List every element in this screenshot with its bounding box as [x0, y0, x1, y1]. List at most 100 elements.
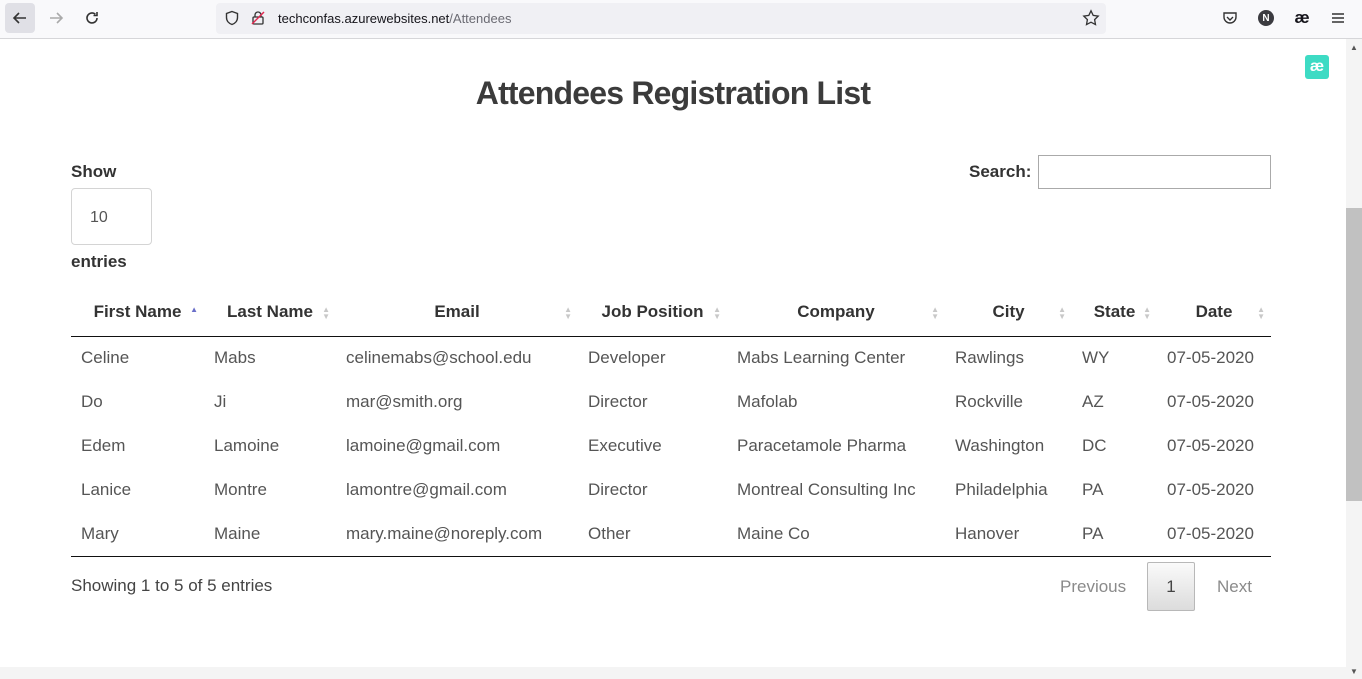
extension-ae-icon[interactable]: æ	[1291, 7, 1313, 29]
table-body: Celine Mabs celinemabs@school.edu Developer…	[71, 336, 1271, 557]
attendees-table: First Name ▲ Last Name ▲ ▼ Email ▲ ▼ Job Positio…	[71, 289, 1271, 557]
column-header-label: Job Position	[601, 302, 704, 322]
table-row: Mary Maine mary.maine@noreply.com Other Main…	[71, 512, 1271, 557]
table-row: Celine Mabs celinemabs@school.edu Developer…	[71, 336, 1271, 380]
column-header-label: Last Name	[227, 302, 313, 322]
show-label: Show	[71, 162, 117, 181]
column-header[interactable]: Email ▲ ▼	[336, 289, 578, 337]
table-cell: Ji	[214, 392, 227, 411]
table-cell: celinemabs@school.edu	[346, 348, 532, 368]
table-row: Lanice Montre lamontre@gmail.com Director Mo…	[71, 468, 1271, 512]
column-header-label: Email	[434, 302, 480, 322]
scrollbar-thumb[interactable]	[1346, 208, 1362, 501]
table-cell: Philadelphia	[955, 480, 1048, 499]
page-viewport: æ Attendees Registration List Show 10 en…	[0, 39, 1346, 679]
table-cell: Mary	[71, 512, 204, 557]
table-cell: Hanover	[945, 512, 1072, 557]
bookmark-star-icon[interactable]	[1082, 9, 1100, 32]
table-cell: Rockville	[955, 392, 1024, 411]
address-bar[interactable]: techconfas.azurewebsites.net/Attendees	[216, 3, 1106, 34]
profile-initial: N	[1258, 10, 1274, 26]
table-header-row: First Name ▲ Last Name ▲ ▼ Email ▲ ▼ Job Positio…	[71, 289, 1271, 337]
browser-toolbar: techconfas.azurewebsites.net/Attendees N…	[0, 0, 1362, 39]
table-cell: Montre	[214, 480, 267, 499]
column-header-label: State	[1093, 302, 1136, 322]
table-cell: Washington	[955, 436, 1045, 455]
sort-arrows-icon: ▲	[190, 305, 198, 314]
column-header[interactable]: First Name ▲	[71, 289, 204, 337]
sort-arrows-icon: ▲ ▼	[1058, 305, 1066, 321]
table-cell: 07-05-2020	[1167, 480, 1254, 499]
reload-icon	[86, 12, 98, 24]
column-header-label: Company	[797, 302, 875, 322]
column-header[interactable]: Job Position ▲ ▼	[578, 289, 727, 337]
next-page-button[interactable]: Next	[1217, 577, 1252, 597]
table-row: Edem Lamoine lamoine@gmail.com Executive Par…	[71, 424, 1271, 468]
column-header[interactable]: Last Name ▲ ▼	[204, 289, 336, 337]
forward-button[interactable]	[41, 3, 71, 33]
table-cell: Montreal Consulting Inc	[737, 480, 916, 499]
previous-page-button[interactable]: Previous	[1060, 577, 1126, 597]
table-cell: 07-05-2020	[1167, 348, 1254, 368]
pocket-icon[interactable]	[1219, 7, 1241, 29]
table-cell: Other	[578, 512, 727, 557]
table-cell: Lamoine	[214, 436, 280, 455]
table-cell: Paracetamole Pharma	[737, 436, 907, 455]
table-cell: Director	[588, 480, 648, 499]
insecure-lock-icon[interactable]	[250, 10, 266, 31]
table-cell: lamoine@gmail.com	[346, 436, 501, 455]
footer-band	[0, 667, 1346, 679]
column-header[interactable]: City ▲ ▼	[945, 289, 1072, 337]
ae-glyph: æ	[1294, 8, 1310, 27]
table-cell: Mabs Learning Center	[737, 348, 906, 368]
sort-arrows-icon: ▲ ▼	[713, 305, 721, 321]
account-avatar[interactable]: N	[1255, 7, 1277, 29]
table-cell: Lanice	[81, 480, 132, 499]
table-cell: lamontre@gmail.com	[346, 480, 507, 499]
entries-label: entries	[71, 252, 127, 271]
shield-icon[interactable]	[224, 10, 240, 31]
table-cell: 07-05-2020	[1167, 392, 1254, 411]
search-input[interactable]	[1038, 155, 1271, 189]
sort-arrows-icon: ▲ ▼	[564, 305, 572, 321]
scroll-down-arrow-icon[interactable]: ▼	[1350, 667, 1358, 676]
table-cell: Maine	[204, 512, 336, 557]
table-cell: PA	[1082, 480, 1104, 499]
sort-arrows-icon: ▲ ▼	[931, 305, 939, 321]
url-path: /Attendees	[449, 11, 512, 26]
search-label: Search:	[969, 162, 1032, 181]
url-text: techconfas.azurewebsites.net/Attendees	[278, 11, 511, 26]
column-header[interactable]: State ▲ ▼	[1072, 289, 1157, 337]
hamburger-menu-icon[interactable]	[1327, 7, 1349, 29]
table-cell: mar@smith.org	[346, 392, 463, 411]
table-cell: Edem	[81, 436, 126, 455]
vertical-scrollbar[interactable]: ▲ ▼	[1346, 39, 1362, 679]
sort-arrows-icon: ▲ ▼	[322, 305, 330, 321]
table-cell: Maine Co	[727, 512, 945, 557]
table-cell: AZ	[1082, 392, 1104, 411]
table-cell: Executive	[588, 436, 662, 455]
table-row: Do Ji mar@smith.org Director Mafolab Rockvill…	[71, 380, 1271, 424]
column-header[interactable]: Date ▲ ▼	[1157, 289, 1271, 337]
table-cell: 07-05-2020	[1167, 436, 1254, 455]
table-cell: Mabs	[214, 348, 256, 368]
arrow-left-icon	[12, 12, 26, 24]
entries-length-select[interactable]: 10	[71, 188, 152, 245]
table-cell: Rawlings	[955, 348, 1024, 368]
table-cell: Director	[588, 392, 648, 411]
table-cell: 07-05-2020	[1157, 512, 1271, 557]
back-button[interactable]	[5, 3, 35, 33]
table-cell: Developer	[588, 348, 666, 368]
page-1-button[interactable]: 1	[1147, 562, 1195, 611]
table-info: Showing 1 to 5 of 5 entries	[71, 576, 273, 595]
column-header[interactable]: Company ▲ ▼	[727, 289, 945, 337]
column-header-label: First Name	[93, 302, 182, 322]
reload-button[interactable]	[77, 3, 107, 33]
arrow-right-icon	[50, 12, 64, 24]
scroll-up-arrow-icon[interactable]: ▲	[1350, 43, 1358, 52]
sort-arrows-icon: ▲ ▼	[1257, 305, 1265, 321]
table-cell: Do	[81, 392, 103, 411]
sort-arrows-icon: ▲ ▼	[1143, 305, 1151, 321]
table-cell: Mafolab	[737, 392, 798, 411]
url-host: techconfas.azurewebsites.net	[278, 11, 450, 26]
